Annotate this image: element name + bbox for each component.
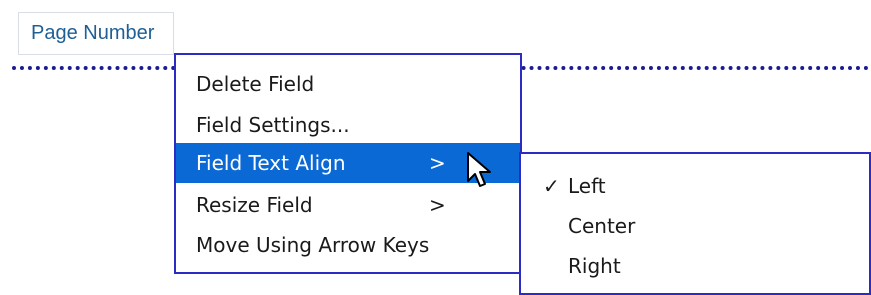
- submenu-arrow-icon: >: [429, 151, 446, 175]
- submenu-item-label: Right: [568, 254, 621, 278]
- page-number-field[interactable]: Page Number: [18, 12, 174, 55]
- menu-item-label: Resize Field: [196, 193, 313, 217]
- mouse-pointer-icon: [467, 152, 491, 187]
- menu-item-move-using-arrow-keys[interactable]: Move Using Arrow Keys: [176, 225, 520, 265]
- text-align-submenu: ✓ Left Center Right: [519, 152, 871, 295]
- menu-item-label: Delete Field: [196, 72, 315, 96]
- submenu-item-left[interactable]: ✓ Left: [521, 166, 869, 206]
- menu-item-label: Move Using Arrow Keys: [196, 233, 430, 257]
- submenu-item-label: Left: [568, 174, 606, 198]
- checkmark-icon: ✓: [543, 174, 560, 198]
- submenu-item-right[interactable]: Right: [521, 246, 869, 286]
- menu-item-field-settings[interactable]: Field Settings...: [176, 105, 520, 145]
- menu-item-label: Field Settings...: [196, 113, 350, 137]
- menu-item-delete-field[interactable]: Delete Field: [176, 64, 520, 104]
- page-number-label: Page Number: [31, 22, 155, 44]
- submenu-item-label: Center: [568, 214, 636, 238]
- canvas: Page Number Delete Field Field Settings.…: [0, 0, 871, 295]
- menu-item-resize-field[interactable]: Resize Field >: [176, 185, 520, 225]
- submenu-arrow-icon: >: [429, 193, 446, 217]
- menu-item-label: Field Text Align: [196, 151, 346, 175]
- submenu-item-center[interactable]: Center: [521, 206, 869, 246]
